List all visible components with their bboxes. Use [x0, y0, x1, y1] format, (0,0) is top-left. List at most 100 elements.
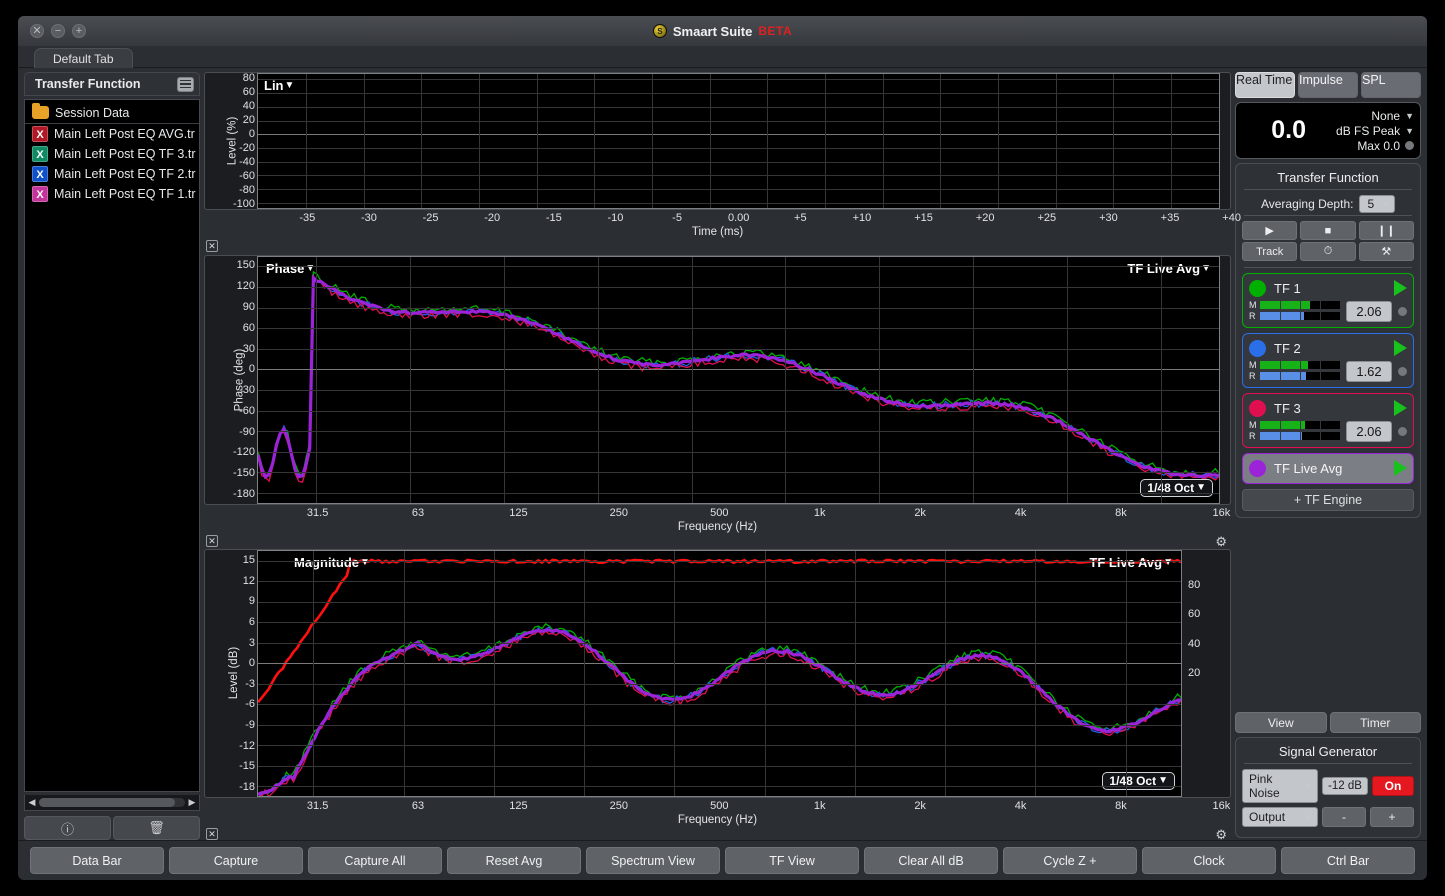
reference-meter	[1260, 312, 1340, 320]
axis-tick-label: 16k	[1213, 507, 1231, 519]
engine-play-icon[interactable]	[1394, 460, 1407, 476]
axis-tick-label: 250	[610, 800, 628, 812]
axis-tick-label: -120	[233, 446, 255, 458]
mode-button-spl[interactable]: SPL	[1361, 72, 1421, 98]
timer-button[interactable]: Timer	[1330, 712, 1422, 733]
reset-max-icon[interactable]	[1405, 141, 1414, 150]
mode-button-impulse[interactable]: Impulse	[1298, 72, 1358, 98]
sidebar-scrollbar[interactable]: ◀ ▶	[24, 795, 200, 811]
gear-icon[interactable]: ⚙	[1215, 827, 1227, 843]
meter-unit-selector[interactable]: dB FS Peak▼	[1336, 124, 1414, 138]
scroll-thumb[interactable]	[39, 798, 175, 807]
coherence-tick-label: 40	[1188, 638, 1200, 650]
signal-generator-section: Signal Generator Pink Noise▼ -12 dB On O…	[1235, 737, 1421, 838]
close-icon[interactable]: ✕	[206, 240, 218, 252]
tools-icon[interactable]: ⚒	[1359, 242, 1414, 261]
impulse-grid[interactable]: Lin▼	[257, 73, 1220, 209]
close-icon[interactable]: ✕	[206, 535, 218, 547]
scroll-track[interactable]	[39, 798, 185, 807]
list-item[interactable]: XMain Left Post EQ TF 2.tr	[25, 164, 199, 184]
axis-tick-label: +35	[1161, 212, 1180, 224]
magnitude-type-selector[interactable]: Magnitude▼	[294, 555, 370, 570]
axis-tick-label: 500	[710, 507, 728, 519]
tf-engine-card[interactable]: TF 1MR2.06	[1242, 273, 1414, 328]
bottom-button-data-bar[interactable]: Data Bar	[30, 847, 164, 874]
impulse-xlabel: Time (ms)	[204, 226, 1231, 238]
engine-color-swatch	[1249, 400, 1266, 417]
trash-icon[interactable]: 🗑	[113, 816, 200, 840]
track-button[interactable]: Track	[1242, 242, 1297, 261]
phase-trace-selector[interactable]: TF Live Avg▼	[1127, 261, 1211, 276]
list-item[interactable]: XMain Left Post EQ AVG.tr	[25, 124, 199, 144]
delay-value-field[interactable]: 2.06	[1346, 301, 1392, 322]
engine-status-icon[interactable]	[1398, 427, 1407, 436]
delay-value-field[interactable]: 1.62	[1346, 361, 1392, 382]
info-icon[interactable]: ⓘ	[24, 816, 111, 840]
phase-xaxis: 31.5631252505001k2k4k8k16k	[256, 507, 1283, 519]
signal-level-minus-button[interactable]: -	[1322, 807, 1366, 827]
bottom-button-clear-all-db[interactable]: Clear All dB	[864, 847, 998, 874]
engine-play-icon[interactable]	[1394, 400, 1407, 416]
bottom-button-cycle-z-[interactable]: Cycle Z +	[1003, 847, 1137, 874]
delay-value-field[interactable]: 2.06	[1346, 421, 1392, 442]
title-bar: ✕ − + S Smaart Suite BETA	[18, 16, 1427, 46]
tf-engine-card[interactable]: TF Live Avg	[1242, 453, 1414, 484]
bottom-button-ctrl-bar[interactable]: Ctrl Bar	[1281, 847, 1415, 874]
bottom-button-tf-view[interactable]: TF View	[725, 847, 859, 874]
signal-source-select[interactable]: Pink Noise▼	[1242, 769, 1318, 803]
engine-play-icon[interactable]	[1394, 340, 1407, 356]
engine-play-icon[interactable]	[1394, 280, 1407, 296]
phase-smoothing-selector[interactable]: 1/48 Oct▼	[1140, 479, 1213, 497]
list-item[interactable]: XMain Left Post EQ TF 3.tr	[25, 144, 199, 164]
signal-level-field[interactable]: -12 dB	[1322, 777, 1368, 795]
bottom-button-spectrum-view[interactable]: Spectrum View	[586, 847, 720, 874]
magnitude-trace-selector[interactable]: TF Live Avg▼	[1089, 555, 1173, 570]
axis-tick-label: 1k	[814, 800, 826, 812]
scroll-right-icon[interactable]: ▶	[187, 797, 197, 808]
stop-icon[interactable]: ■	[1300, 221, 1355, 240]
impulse-plot[interactable]: Level (%) 806040200-20-40-60-80-100 Lin▼	[204, 72, 1231, 210]
signal-on-button[interactable]: On	[1372, 776, 1414, 796]
magnitude-grid[interactable]: Magnitude▼ TF Live Avg▼ 1/48 Oct▼	[257, 550, 1182, 797]
axis-tick-label: -60	[239, 170, 255, 182]
phase-plot[interactable]: Phase (deg) 1501209060300-30-60-90-120-1…	[204, 255, 1231, 505]
axis-tick-label: 1k	[814, 507, 826, 519]
bottom-button-reset-avg[interactable]: Reset Avg	[447, 847, 581, 874]
gear-icon[interactable]: ⚙	[1215, 534, 1227, 550]
level-meter[interactable]: 0.0 None▼ dB FS Peak▼ Max 0.0	[1235, 102, 1421, 159]
tf-engine-card[interactable]: TF 2MR1.62	[1242, 333, 1414, 388]
tab-default[interactable]: Default Tab	[34, 48, 133, 68]
hamburger-icon[interactable]	[177, 77, 194, 92]
meter-weighting-selector[interactable]: None▼	[1371, 109, 1414, 123]
trace-tf-live-avg	[258, 630, 1181, 794]
phase-yaxis: 1501209060300-30-60-90-120-150-180	[223, 256, 255, 504]
signal-level-plus-button[interactable]: +	[1370, 807, 1414, 827]
magnitude-smoothing-selector[interactable]: 1/48 Oct▼	[1102, 772, 1175, 790]
axis-tick-label: 3	[249, 637, 255, 649]
view-button[interactable]: View	[1235, 712, 1327, 733]
close-icon[interactable]: ✕	[206, 828, 218, 840]
phase-type-selector[interactable]: Phase▼	[266, 261, 315, 276]
engine-status-icon[interactable]	[1398, 367, 1407, 376]
phase-grid[interactable]: Phase▼ TF Live Avg▼ 1/48 Oct▼	[257, 256, 1220, 504]
tf-engine-card[interactable]: TF 3MR2.06	[1242, 393, 1414, 448]
sidebar: Transfer Function Session Data XMain Lef…	[24, 72, 200, 840]
engine-status-icon[interactable]	[1398, 307, 1407, 316]
measurement-meter	[1260, 301, 1340, 309]
trace-icon: X	[32, 146, 48, 162]
bottom-button-clock[interactable]: Clock	[1142, 847, 1276, 874]
averaging-depth-select[interactable]: 5▼	[1359, 195, 1395, 213]
scroll-left-icon[interactable]: ◀	[27, 797, 37, 808]
timer-icon[interactable]: ⏱	[1300, 242, 1355, 261]
bottom-button-capture-all[interactable]: Capture All	[308, 847, 442, 874]
bottom-button-capture[interactable]: Capture	[169, 847, 303, 874]
reference-meter	[1260, 432, 1340, 440]
mode-button-real-time[interactable]: Real Time	[1235, 72, 1295, 98]
tree-root-session-data[interactable]: Session Data	[25, 102, 199, 124]
pause-icon[interactable]: ❙❙	[1359, 221, 1414, 240]
session-tree[interactable]: Session Data XMain Left Post EQ AVG.trXM…	[24, 99, 200, 792]
list-item[interactable]: XMain Left Post EQ TF 1.tr	[25, 184, 199, 204]
magnitude-plot[interactable]: Level (dB) 15129630-3-6-9-12-15-18 80604…	[204, 549, 1231, 798]
axis-tick-label: -18	[239, 781, 255, 793]
measurement-meter	[1260, 421, 1340, 429]
